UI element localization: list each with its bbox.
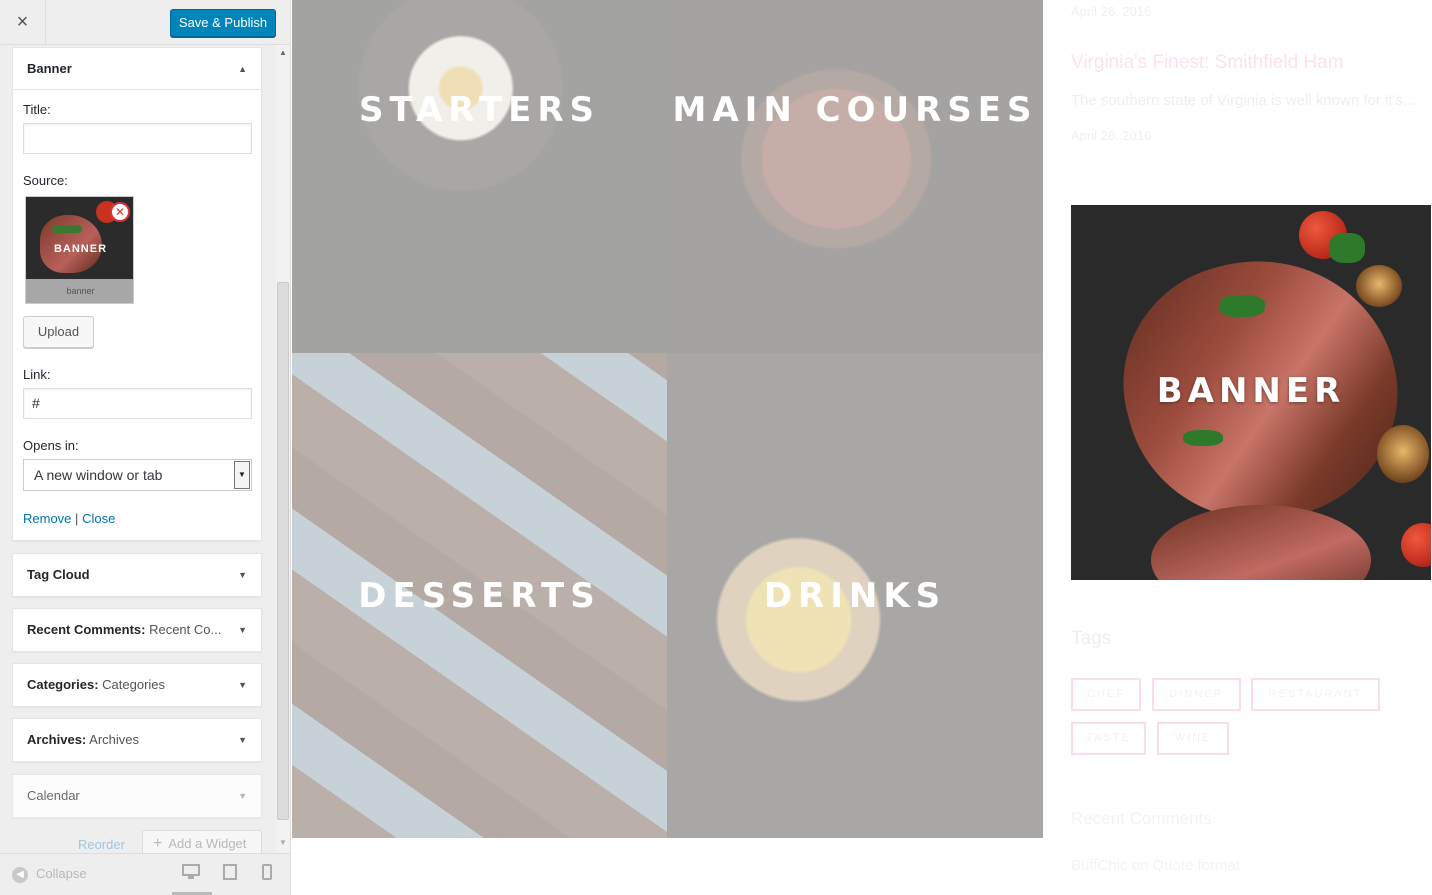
opens-in-value: A new window or tab	[34, 467, 163, 483]
thumbnail-text: BANNER	[53, 243, 108, 255]
recent-comment-item[interactable]: BuffChic on Quote format	[1071, 857, 1240, 874]
post-date: April 26, 2016	[1071, 4, 1152, 19]
preview-sidebar: April 26, 2016 Virginia's Finest: Smithf…	[1071, 0, 1432, 895]
close-widget-link[interactable]: Close	[82, 511, 115, 526]
remove-widget-link[interactable]: Remove	[23, 511, 71, 526]
calendar-widget[interactable]: Calendar ▼	[12, 774, 262, 818]
remove-image-icon[interactable]: ✕	[110, 202, 130, 222]
tile-overlay	[667, 0, 1043, 353]
customizer-sidebar: × Save & Publish Banner ▲ Title: Source:…	[0, 0, 291, 895]
upload-button[interactable]: Upload	[23, 316, 94, 348]
recent-comments-heading: Recent Comments	[1071, 809, 1212, 828]
customizer-header: × Save & Publish	[0, 0, 290, 45]
recent-comments-widget[interactable]: Recent Comments: Recent Co... ▼	[12, 608, 262, 652]
widget-subtitle: Archives	[86, 732, 139, 747]
tags-heading: Tags	[1071, 628, 1112, 649]
link-label: Link:	[23, 367, 51, 382]
dropdown-arrow-icon: ▼	[234, 461, 250, 489]
tag-wine[interactable]: WINE	[1157, 722, 1229, 755]
widget-subtitle: Categories	[98, 677, 166, 692]
close-customizer-button[interactable]: ×	[0, 0, 46, 45]
tag-chef[interactable]: CHEF	[1071, 678, 1141, 711]
title-label: Title:	[23, 102, 51, 117]
widget-title: Calendar	[27, 788, 80, 803]
tile-title: DRINKS	[763, 576, 947, 616]
widget-title: Archives:	[27, 732, 87, 747]
archives-widget-header[interactable]: Archives: Archives ▼	[13, 719, 261, 761]
category-tile-main-courses[interactable]: MAIN COURSES	[667, 0, 1043, 353]
banner-widget-title: Banner	[27, 61, 72, 76]
recent-comments-widget-header[interactable]: Recent Comments: Recent Co... ▼	[13, 609, 261, 651]
title-input[interactable]	[23, 123, 252, 154]
save-publish-button[interactable]: Save & Publish	[170, 9, 276, 37]
expand-arrow-icon[interactable]: ▼	[238, 775, 247, 817]
calendar-widget-header[interactable]: Calendar ▼	[13, 775, 261, 817]
expand-arrow-icon[interactable]: ▼	[238, 664, 247, 706]
steak-shape	[1151, 505, 1371, 580]
mushroom-shape	[1377, 425, 1429, 483]
widget-title: Tag Cloud	[27, 567, 90, 582]
collapse-label: Collapse	[36, 866, 87, 881]
banner-widget-header[interactable]: Banner ▲	[13, 48, 261, 90]
customizer-footer: ◀ Collapse	[0, 853, 290, 895]
post-excerpt: The southern state of Virginia is well k…	[1071, 92, 1416, 109]
tile-title: STARTERS	[358, 90, 601, 130]
source-image-thumbnail: BANNER banner ✕	[25, 196, 134, 304]
herb-shape	[1329, 233, 1365, 263]
widget-subtitle: Recent Co...	[145, 622, 222, 637]
close-icon: ×	[16, 11, 29, 33]
tag-dinner[interactable]: DINNER	[1152, 678, 1241, 711]
categories-widget[interactable]: Categories: Categories ▼	[12, 663, 262, 707]
thumbnail-caption: banner	[26, 279, 133, 303]
tablet-preview-icon[interactable]	[223, 864, 243, 884]
widget-title: Recent Comments:	[27, 622, 146, 637]
expand-arrow-icon[interactable]: ▼	[238, 609, 247, 651]
scroll-up-icon[interactable]: ▲	[279, 48, 287, 57]
widget-title: Categories:	[27, 677, 99, 692]
tomato-shape	[1401, 523, 1431, 567]
tag-taste[interactable]: TASTE	[1071, 722, 1146, 755]
actions-separator: |	[75, 511, 79, 526]
desktop-preview-icon[interactable]	[182, 864, 202, 884]
opens-in-label: Opens in:	[23, 438, 79, 453]
categories-widget-header[interactable]: Categories: Categories ▼	[13, 664, 261, 706]
collapse-arrow-icon: ◀	[12, 866, 28, 883]
widget-actions: Remove | Close	[23, 511, 115, 526]
herb-shape	[1183, 430, 1223, 446]
category-tile-starters[interactable]: STARTERS	[292, 0, 667, 353]
category-tile-desserts[interactable]: DESSERTS	[292, 353, 667, 838]
scrollbar-thumb[interactable]	[277, 282, 289, 820]
tile-overlay	[292, 0, 667, 353]
post-date: April 26, 2016	[1071, 128, 1152, 143]
site-preview: STARTERS MAIN COURSES DESSERTS DRINKS Ap…	[292, 0, 1432, 895]
mobile-preview-icon[interactable]	[262, 864, 282, 884]
post-title-link[interactable]: Virginia's Finest: Smithfield Ham	[1071, 52, 1344, 74]
scroll-down-icon[interactable]: ▼	[279, 838, 287, 847]
category-tile-drinks[interactable]: DRINKS	[667, 353, 1043, 838]
expand-arrow-icon[interactable]: ▼	[238, 554, 247, 596]
reorder-link[interactable]: Reorder	[78, 837, 125, 852]
widgets-panel: Banner ▲ Title: Source: BANNER banner ✕ …	[0, 45, 276, 853]
tag-cloud-widget[interactable]: Tag Cloud ▼	[12, 553, 262, 597]
banner-widget: Banner ▲ Title: Source: BANNER banner ✕ …	[12, 47, 262, 541]
link-input[interactable]: #	[23, 388, 252, 419]
expand-arrow-icon[interactable]: ▼	[238, 719, 247, 761]
collapse-arrow-icon[interactable]: ▲	[238, 48, 247, 89]
add-widget-label: Add a Widget	[168, 836, 247, 851]
mushroom-shape	[1356, 265, 1402, 307]
source-label: Source:	[23, 173, 68, 188]
tag-cloud-widget-header[interactable]: Tag Cloud ▼	[13, 554, 261, 596]
collapse-button[interactable]: ◀ Collapse	[12, 866, 87, 883]
opens-in-select[interactable]: A new window or tab ▼	[23, 459, 252, 491]
tile-title: MAIN COURSES	[672, 90, 1038, 130]
tile-title: DESSERTS	[358, 576, 601, 616]
banner-title: BANNER	[1156, 371, 1346, 411]
tag-restaurant[interactable]: RESTAURANT	[1251, 678, 1380, 711]
banner-widget-image[interactable]: BANNER	[1071, 205, 1431, 580]
plus-icon: +	[153, 835, 163, 852]
archives-widget[interactable]: Archives: Archives ▼	[12, 718, 262, 762]
herb-shape	[1219, 295, 1265, 317]
herb-shape	[52, 225, 82, 233]
